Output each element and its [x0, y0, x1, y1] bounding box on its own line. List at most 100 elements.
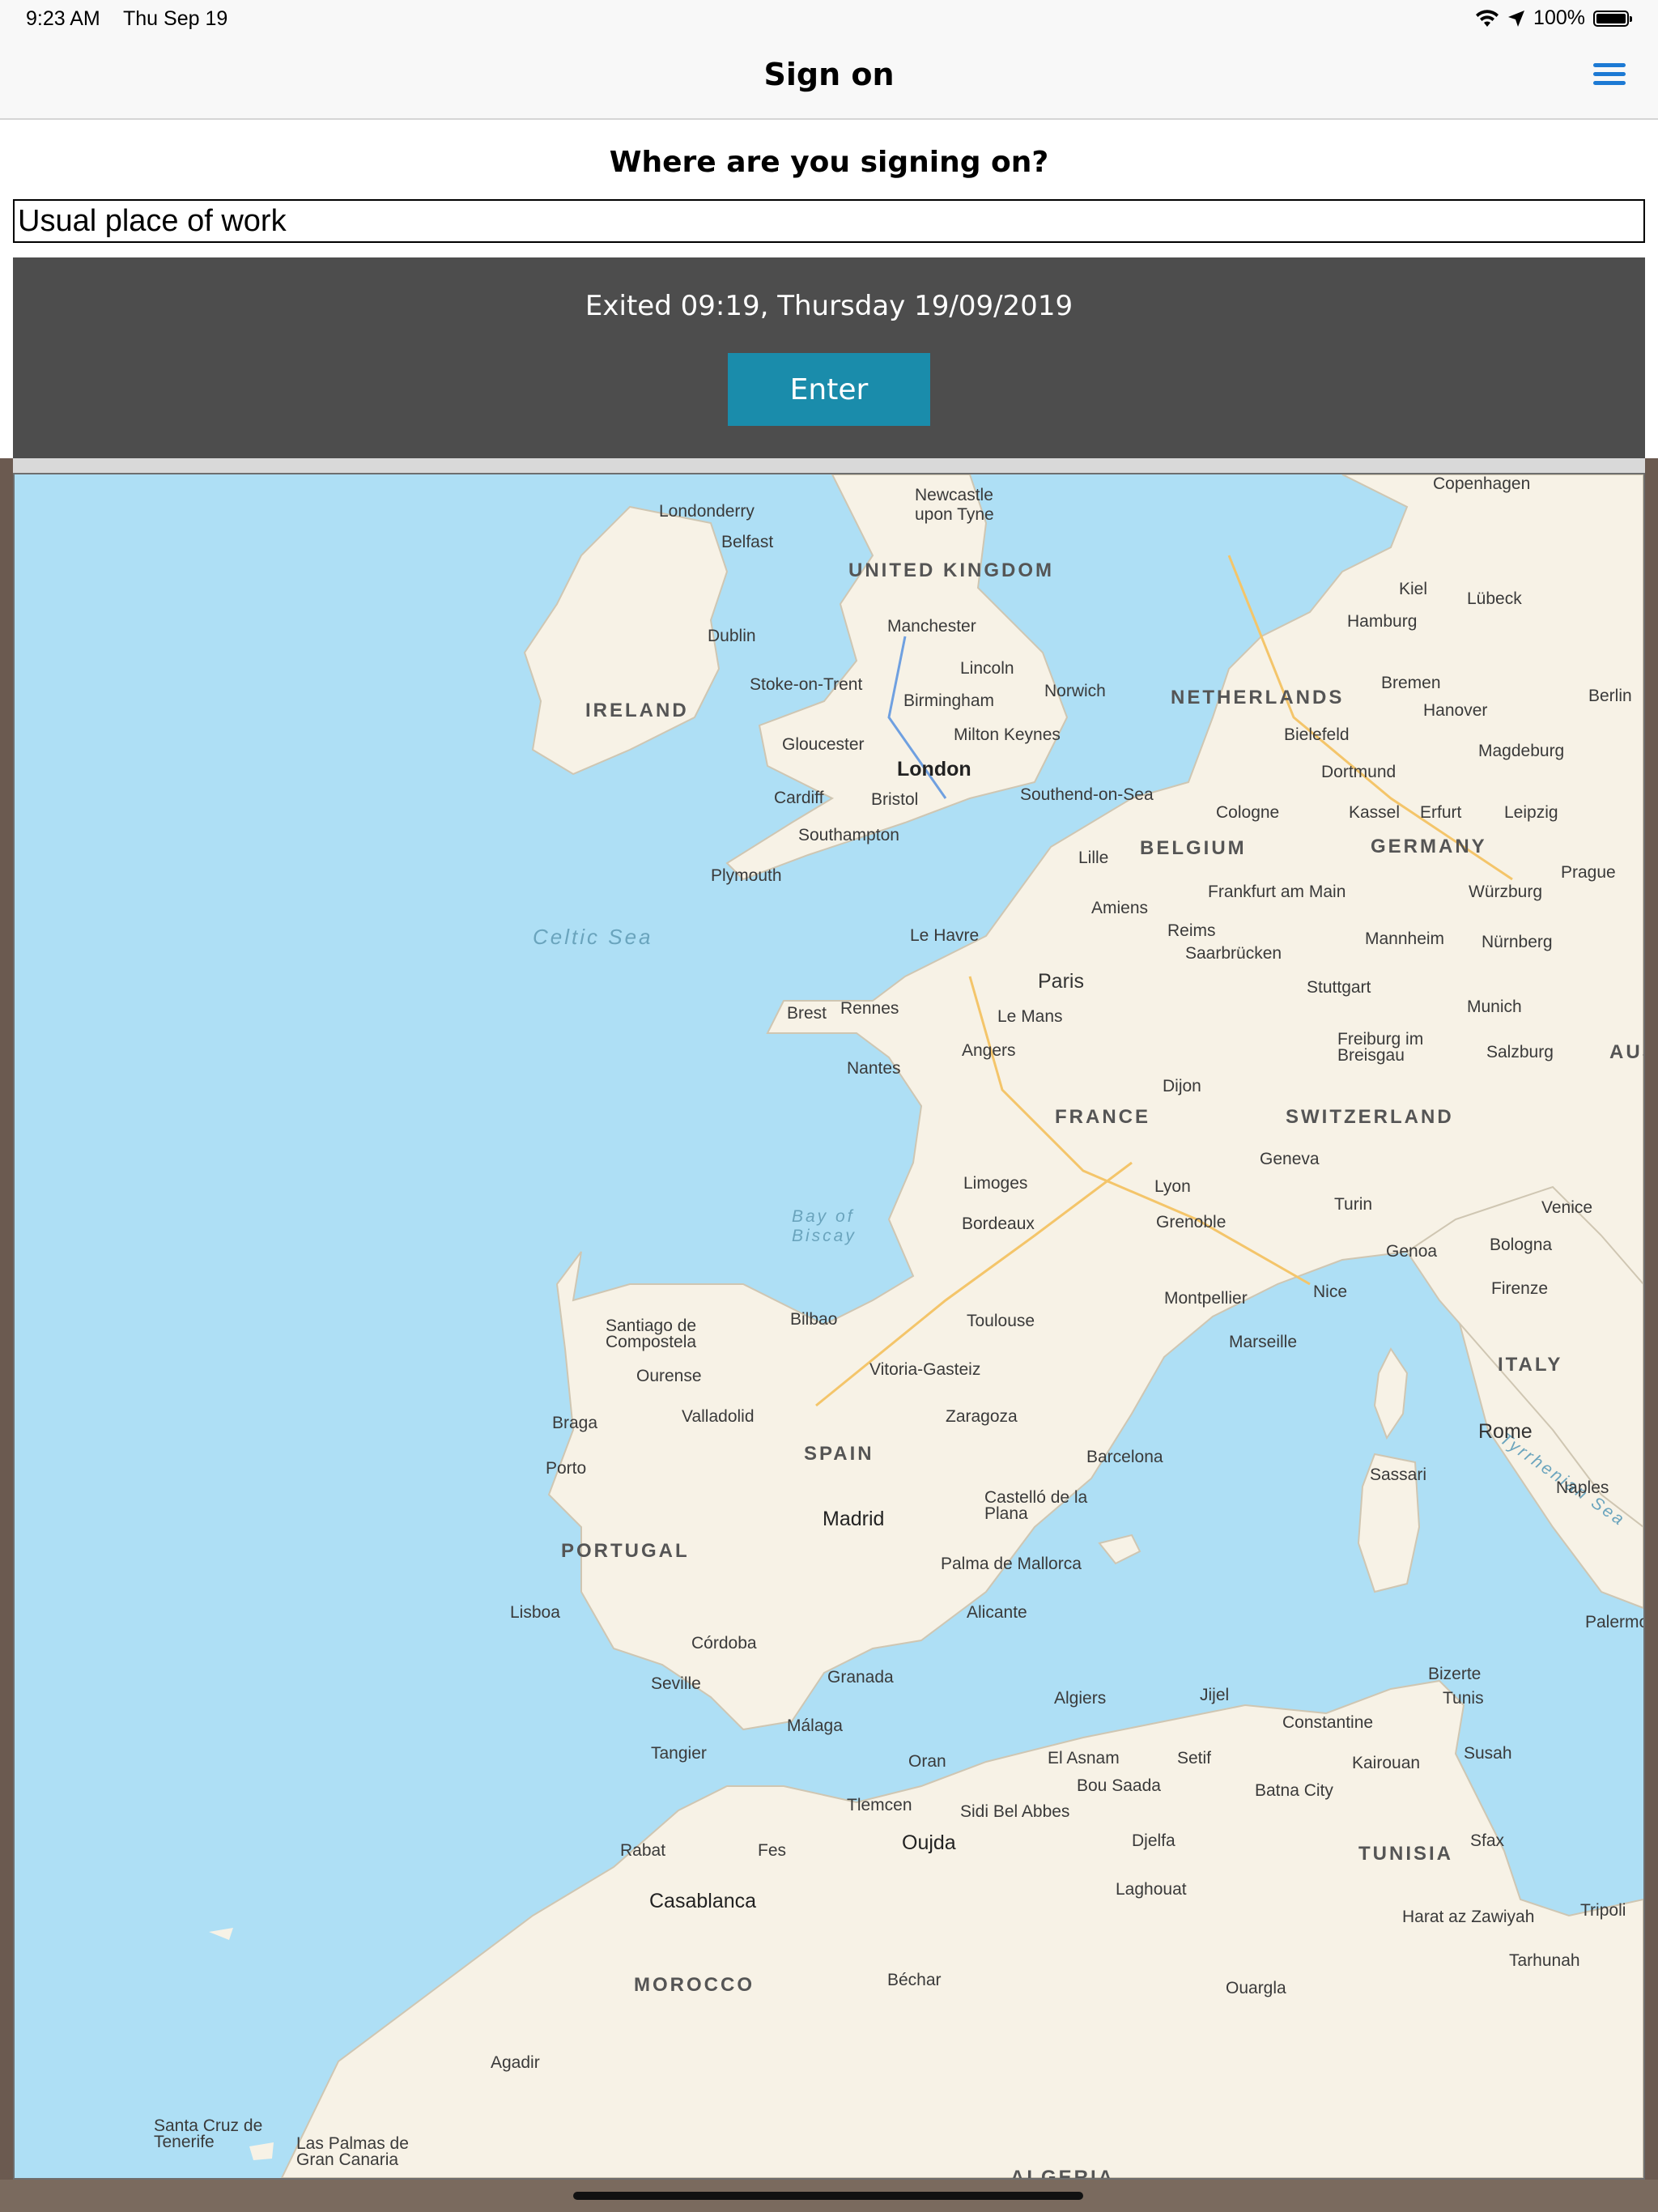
map-label-country: SPAIN [804, 1443, 874, 1465]
map-label-city: Cologne [1216, 803, 1280, 822]
map-label-city: Venice [1541, 1198, 1593, 1217]
map-label-city: Tripoli [1580, 1901, 1626, 1920]
map-label-city: Béchar [887, 1971, 942, 1989]
map-label-city: Palma de Mallorca [941, 1555, 1082, 1573]
map-label-country: BELGIUM [1140, 837, 1247, 859]
map-label-city: Ouargla [1226, 1979, 1286, 1997]
map-label-city: Bremen [1381, 674, 1441, 692]
map-label-city: Berlin [1588, 687, 1632, 705]
map-label-city: El Asnam [1048, 1749, 1120, 1767]
map-label-city: Nürnberg [1482, 933, 1553, 951]
map-label-city: Constantine [1282, 1713, 1374, 1732]
map-label-city: Le Mans [997, 1007, 1063, 1026]
location-arrow-icon [1508, 10, 1525, 27]
map-label-city: Dublin [708, 627, 756, 645]
map-label-city: Sassari [1370, 1465, 1427, 1484]
map-label-city: Milton Keynes [954, 725, 1061, 744]
map-label-city: Geneva [1260, 1150, 1320, 1168]
map-label-country: AUS [1609, 1041, 1643, 1063]
location-field[interactable]: Usual place of work [13, 199, 1645, 243]
home-indicator[interactable] [573, 2192, 1083, 2200]
background-edge-left [0, 458, 13, 2180]
map-label-city: Rennes [840, 999, 899, 1018]
map-labels: UNITED KINGDOM IRELAND NETHERLANDS BELGI… [15, 474, 1643, 2178]
map-label-city: Las Palmas de Gran Canaria [296, 2134, 409, 2169]
map-label-city: Tarhunah [1509, 1951, 1580, 1970]
map-label-city: Valladolid [682, 1407, 755, 1426]
map-label-city: Hanover [1423, 701, 1488, 720]
map-label-city: Setif [1177, 1749, 1212, 1767]
map-label-city: Würzburg [1469, 883, 1543, 901]
map-label-city: Birmingham [903, 691, 995, 710]
map-label-city: Toulouse [967, 1312, 1035, 1330]
map-label-city: Marseille [1229, 1333, 1298, 1351]
map-label-city: Firenze [1491, 1279, 1549, 1298]
exit-status-text: Exited 09:19, Thursday 19/09/2019 [585, 290, 1073, 322]
map-label-city: Montpellier [1164, 1289, 1248, 1308]
map-label-city: Mannheim [1365, 929, 1445, 948]
background-edge-right [1645, 458, 1658, 2180]
map-label-city: Madrid [823, 1508, 885, 1530]
map-label-city: Stuttgart [1307, 978, 1371, 997]
map-label-city: Fes [758, 1841, 787, 1860]
map-label-city: Lyon [1154, 1177, 1191, 1196]
map-label-city: Southend-on-Sea [1020, 785, 1154, 804]
map-label-city: Bristol [871, 790, 919, 809]
map-label-city: Norwich [1044, 682, 1106, 700]
map-label-city: Granada [827, 1668, 894, 1687]
enter-button[interactable]: Enter [728, 353, 930, 426]
map-label-city: Harat az Zawiyah [1402, 1908, 1535, 1926]
map-label-city: Málaga [787, 1716, 843, 1735]
map-label-city: London [897, 758, 971, 781]
map-label-city: Zaragoza [946, 1407, 1018, 1426]
map-label-city: Casablanca [649, 1890, 757, 1912]
map-label-country: TUNISIA [1358, 1843, 1453, 1865]
map-label-country: ITALY [1498, 1354, 1563, 1376]
map-label-city: Manchester [887, 617, 976, 636]
map-label-city: Amiens [1091, 899, 1149, 917]
battery-percent: 100% [1533, 6, 1585, 29]
map-label-sea: Bay of Biscay [792, 1207, 857, 1245]
map-label-city: Erfurt [1420, 803, 1462, 822]
map-label-city: Sidi Bel Abbes [960, 1802, 1070, 1821]
map-label-city: Tangier [651, 1744, 707, 1763]
map-label-city: Turin [1334, 1195, 1373, 1214]
status-time: 9:23 AM [26, 7, 100, 30]
status-date: Thu Sep 19 [123, 7, 228, 30]
map-label-city: Salzburg [1486, 1043, 1554, 1061]
map-label-city: Laghouat [1116, 1880, 1187, 1899]
map-label-city: Kiel [1399, 580, 1428, 598]
map-label-city: Córdoba [691, 1634, 757, 1653]
map-label-city: Munich [1467, 998, 1522, 1016]
navigation-bar: Sign on [0, 39, 1658, 120]
map-label-city: Lisboa [510, 1603, 560, 1622]
map-view[interactable]: UNITED KINGDOM IRELAND NETHERLANDS BELGI… [13, 473, 1645, 2180]
map-label-city: Newcastle upon Tyne [915, 486, 994, 524]
map-label-city: Belfast [721, 533, 774, 551]
map-label-city: Alicante [967, 1603, 1027, 1622]
hamburger-menu-icon[interactable] [1593, 63, 1626, 92]
map-label-city: Nantes [847, 1059, 901, 1078]
map-label-city: Kassel [1349, 803, 1401, 822]
map-label-city: Dortmund [1321, 763, 1397, 781]
map-label-city: Santa Cruz de Tenerife [154, 2116, 263, 2151]
map-label-city: Reims [1167, 921, 1216, 940]
map-label-city: Vitoria-Gasteiz [869, 1360, 981, 1379]
sign-status-panel: Exited 09:19, Thursday 19/09/2019 Enter [13, 257, 1645, 458]
map-label-city: Oran [908, 1752, 946, 1771]
map-label-city: Rome [1478, 1420, 1533, 1443]
map-label-city: Palermo [1585, 1613, 1645, 1631]
map-label-city: Bizerte [1428, 1665, 1482, 1683]
map-label-city: Southampton [798, 826, 899, 844]
map-label-city: Naples [1556, 1478, 1609, 1497]
map-label-city: Le Havre [910, 926, 980, 945]
map-label-city: Ourense [636, 1367, 702, 1385]
map-label-city: Grenoble [1156, 1213, 1226, 1231]
map-label-city: Frankfurt am Main [1208, 883, 1346, 901]
map-label-country: MOROCCO [634, 1974, 755, 1996]
map-label-city: Copenhagen [1433, 474, 1531, 493]
map-label-country: ALGERIA [1010, 2167, 1115, 2180]
map-label-city: Bou Saada [1077, 1776, 1161, 1795]
map-label-sea: Celtic Sea [533, 925, 653, 949]
map-label-city: Castelló de la Plana [984, 1488, 1088, 1523]
